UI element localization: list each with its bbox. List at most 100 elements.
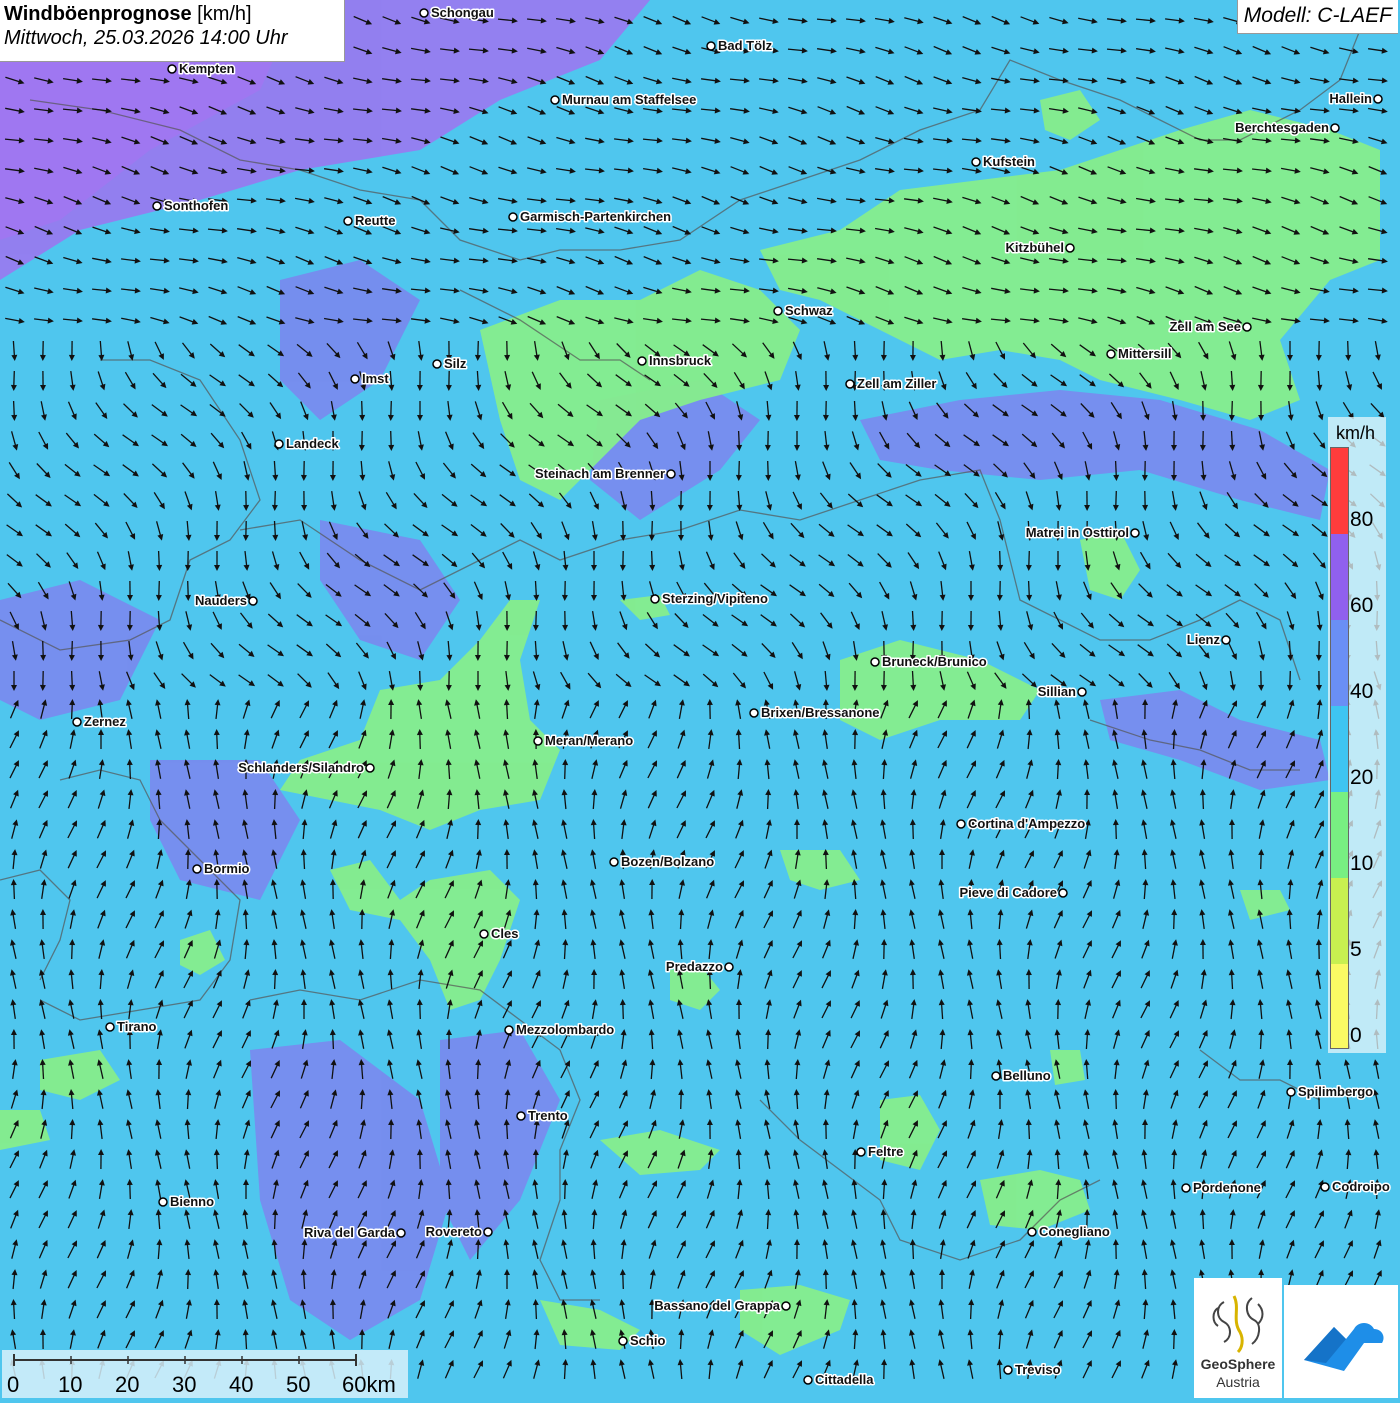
city-label: Sterzing/Vipiteno — [662, 591, 768, 606]
city-label: Mittersill — [1118, 346, 1171, 361]
legend-tick-label: 80 — [1350, 508, 1373, 532]
city-label: Garmisch-Partenkirchen — [520, 209, 671, 224]
legend-unit: km/h — [1336, 423, 1375, 444]
city-marker: Cittadella — [804, 1372, 874, 1387]
city-label: Rovereto — [426, 1224, 482, 1239]
city-dot — [505, 1026, 513, 1034]
city-dot — [1059, 889, 1067, 897]
city-label: Meran/Merano — [545, 733, 633, 748]
city-dot — [420, 9, 428, 17]
city-dot — [1287, 1088, 1295, 1096]
city-dot — [1374, 95, 1382, 103]
city-label: Schongau — [431, 5, 494, 20]
legend-segment — [1331, 964, 1348, 1048]
city-label: Kitzbühel — [1006, 240, 1065, 255]
city-label: Schlanders/Silandro — [238, 760, 364, 775]
city-marker: Zell am See — [1169, 319, 1251, 334]
city-dot — [1243, 323, 1251, 331]
scale-label: 10 — [58, 1372, 82, 1398]
scale-bar-line — [2, 1350, 408, 1372]
geosphere-emblem-icon — [1194, 1282, 1282, 1358]
city-marker: Codroipo — [1321, 1179, 1390, 1194]
wind-gust-map[interactable]: SchongauBad TölzKemptenMurnau am Staffel… — [0, 0, 1400, 1400]
legend-segment — [1331, 620, 1348, 706]
city-label: Innsbruck — [649, 353, 712, 368]
city-marker: Bruneck/Brunico — [871, 654, 987, 669]
logo-name-1: GeoSphere — [1194, 1356, 1282, 1372]
city-label: Murnau am Staffelsee — [562, 92, 696, 107]
city-dot — [972, 158, 980, 166]
city-dot — [509, 213, 517, 221]
city-dot — [106, 1023, 114, 1031]
city-label: Bassano del Grappa — [654, 1298, 780, 1313]
legend-segment — [1331, 706, 1348, 792]
city-label: Lienz — [1187, 632, 1221, 647]
city-label: Cittadella — [815, 1372, 874, 1387]
city-dot — [1182, 1184, 1190, 1192]
city-dot — [153, 202, 161, 210]
scale-label: 20 — [115, 1372, 139, 1398]
city-dot — [1222, 636, 1230, 644]
city-label: Schio — [630, 1333, 665, 1348]
city-label: Mezzolombardo — [516, 1022, 614, 1037]
city-dot — [1107, 350, 1115, 358]
city-dot — [73, 718, 81, 726]
city-dot — [1331, 124, 1339, 132]
legend-segment — [1331, 534, 1348, 620]
city-label: Conegliano — [1039, 1224, 1110, 1239]
city-dot — [1028, 1228, 1036, 1236]
city-dot — [1004, 1366, 1012, 1374]
city-marker: Brixen/Bressanone — [750, 705, 880, 720]
city-dot — [619, 1337, 627, 1345]
city-label: Reutte — [355, 213, 395, 228]
city-marker: Berchtesgaden — [1235, 120, 1339, 135]
city-marker: Matrei in Osttirol — [1026, 525, 1139, 540]
legend-tick-label: 5 — [1350, 938, 1362, 962]
city-label: Codroipo — [1332, 1179, 1390, 1194]
city-marker: Schlanders/Silandro — [238, 760, 374, 775]
city-label: Bruneck/Brunico — [882, 654, 987, 669]
city-label: Berchtesgaden — [1235, 120, 1329, 135]
city-label: Imst — [362, 371, 389, 386]
city-dot — [433, 360, 441, 368]
city-marker: Cortina d'Ampezzo — [957, 816, 1085, 831]
city-dot — [957, 820, 965, 828]
city-marker: Meran/Merano — [534, 733, 633, 748]
city-dot — [651, 595, 659, 603]
model-label: Modell: C-LAEF — [1237, 0, 1398, 34]
city-label: Bozen/Bolzano — [621, 854, 714, 869]
city-label: Treviso — [1015, 1362, 1061, 1377]
city-dot — [1131, 529, 1139, 537]
city-marker: Riva del Garda — [304, 1225, 405, 1240]
city-dot — [551, 96, 559, 104]
city-dot — [1066, 244, 1074, 252]
legend-tick-label: 0 — [1350, 1024, 1362, 1048]
city-label: Trento — [528, 1108, 568, 1123]
city-label: Sonthofen — [164, 198, 228, 213]
city-dot — [168, 65, 176, 73]
city-label: Cles — [491, 926, 518, 941]
legend-tick-label: 60 — [1350, 594, 1373, 618]
city-dot — [351, 375, 359, 383]
city-label: Brixen/Bressanone — [761, 705, 880, 720]
city-label: Feltre — [868, 1144, 903, 1159]
legend-segment — [1331, 448, 1348, 534]
legend-colorbar — [1330, 447, 1349, 1049]
city-dot — [610, 858, 618, 866]
city-dot — [397, 1229, 405, 1237]
city-marker: Garmisch-Partenkirchen — [509, 209, 671, 224]
city-marker: Murnau am Staffelsee — [551, 92, 696, 107]
title-bold: Windböenprognose — [4, 3, 192, 25]
scale-label: 0 — [7, 1372, 19, 1398]
city-marker: Bozen/Bolzano — [610, 854, 714, 869]
city-label: Nauders — [195, 593, 247, 608]
scale-label: 30 — [172, 1372, 196, 1398]
city-dot — [1321, 1183, 1329, 1191]
city-dot — [992, 1072, 1000, 1080]
city-dot — [857, 1148, 865, 1156]
city-dot — [871, 658, 879, 666]
city-label: Kufstein — [983, 154, 1035, 169]
scale-label: 50 — [286, 1372, 310, 1398]
city-marker: Mezzolombardo — [505, 1022, 614, 1037]
scale-label: 60km — [342, 1372, 396, 1398]
